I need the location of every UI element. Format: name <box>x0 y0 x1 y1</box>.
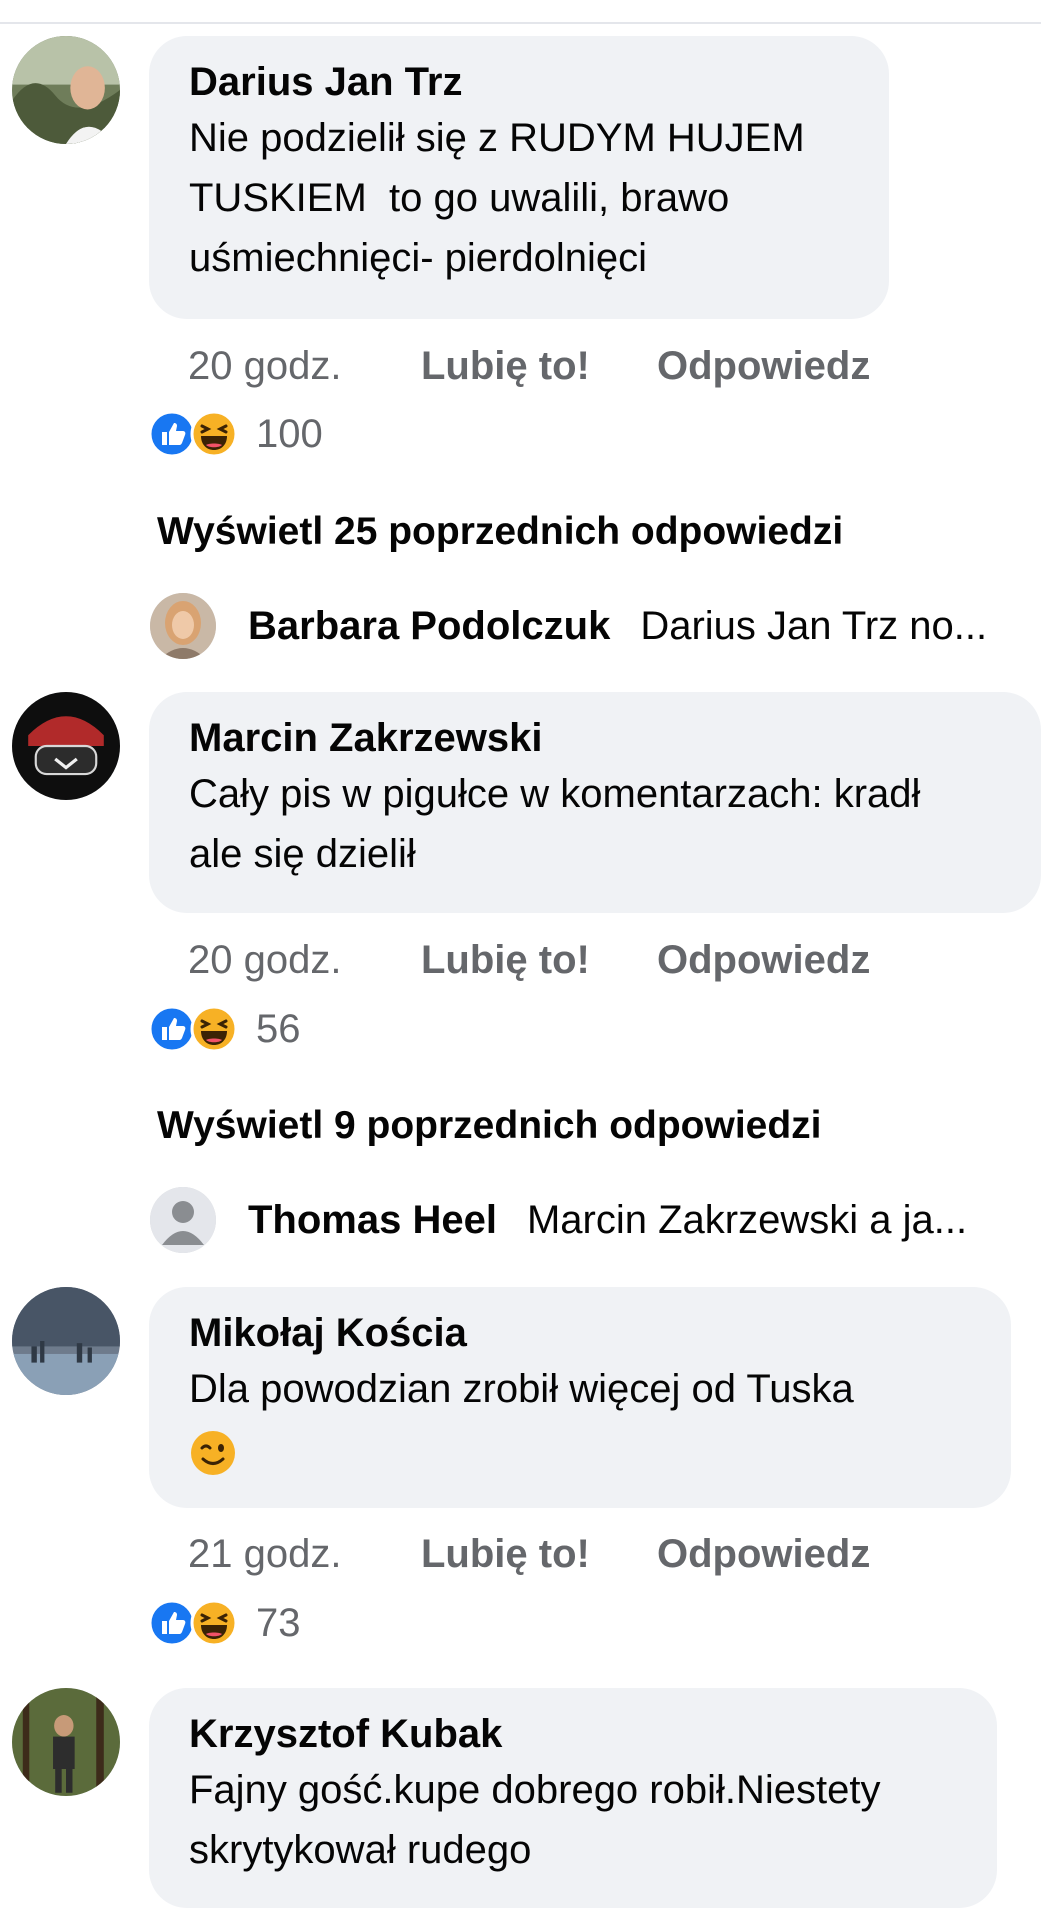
reply-button[interactable]: Odpowiedz <box>657 934 870 986</box>
comment-bubble: Marcin Zakrzewski Cały pis w pigułce w k… <box>149 692 1041 913</box>
reply-author[interactable]: Thomas Heel <box>248 1198 497 1243</box>
reply-preview[interactable]: Thomas Heel Marcin Zakrzewski a ja... <box>150 1185 1041 1255</box>
comment-author[interactable]: Marcin Zakrzewski <box>189 712 1003 764</box>
avatar[interactable] <box>12 36 120 144</box>
like-button[interactable]: Lubię to! <box>421 1528 657 1580</box>
reply-text: Darius Jan Trz no... <box>640 603 988 648</box>
avatar[interactable] <box>12 1287 120 1395</box>
comment-bubble: Krzysztof Kubak Fajny gość.kupe dobrego … <box>149 1688 997 1908</box>
reaction-summary[interactable]: 56 <box>148 1004 301 1054</box>
like-reaction-icon <box>148 1599 196 1647</box>
avatar[interactable] <box>12 1688 120 1796</box>
reaction-summary[interactable]: 73 <box>148 1598 301 1648</box>
like-button[interactable]: Lubię to! <box>421 934 657 986</box>
comment-author[interactable]: Darius Jan Trz <box>189 56 851 108</box>
comment-text: Dla powodzian zrobił więcej od Tuska <box>189 1359 973 1479</box>
reaction-summary[interactable]: 100 <box>148 409 323 459</box>
reply-button[interactable]: Odpowiedz <box>657 1528 870 1580</box>
like-reaction-icon <box>148 1005 196 1053</box>
top-divider <box>0 22 1041 24</box>
comment-time[interactable]: 20 godz. <box>188 340 421 392</box>
view-previous-replies-link[interactable]: Wyświetl 25 poprzednich odpowiedzi <box>157 506 843 558</box>
reply-author[interactable]: Barbara Podolczuk <box>248 604 610 649</box>
comment-text: Nie podzielił się z RUDYM HUJEM TUSKIEM … <box>189 116 805 280</box>
comment-actions: 20 godz. Lubię to! Odpowiedz <box>188 934 870 986</box>
comment-actions: 21 godz. Lubię to! Odpowiedz <box>188 1528 870 1580</box>
reply-text: Marcin Zakrzewski a ja... <box>526 1197 968 1242</box>
view-previous-replies-link[interactable]: Wyświetl 9 poprzednich odpowiedzi <box>157 1100 822 1152</box>
comment-text-content: Dla powodzian zrobił więcej od Tuska <box>189 1367 854 1411</box>
reaction-count: 100 <box>256 411 323 456</box>
comment-actions: 20 godz. Lubię to! Odpowiedz <box>188 340 870 392</box>
like-reaction-icon <box>148 410 196 458</box>
wink-emoji-icon <box>191 1431 235 1476</box>
avatar[interactable] <box>12 692 120 800</box>
reply-preview[interactable]: Barbara Podolczuk Darius Jan Trz no... <box>150 591 1041 661</box>
haha-reaction-icon <box>190 1599 238 1647</box>
default-avatar-icon[interactable] <box>150 1187 216 1253</box>
comment-bubble: Darius Jan Trz Nie podzielił się z RUDYM… <box>149 36 889 319</box>
comment-time[interactable]: 21 godz. <box>188 1528 421 1580</box>
reply-avatar[interactable] <box>150 593 216 659</box>
reply-button[interactable]: Odpowiedz <box>657 340 870 392</box>
reaction-count: 56 <box>256 1006 301 1051</box>
haha-reaction-icon <box>190 410 238 458</box>
comment-text: Fajny gość.kupe dobrego robił.Niestety s… <box>189 1768 881 1872</box>
reaction-count: 73 <box>256 1600 301 1645</box>
like-button[interactable]: Lubię to! <box>421 340 657 392</box>
comment-author[interactable]: Mikołaj Kościa <box>189 1307 973 1359</box>
comment-time[interactable]: 20 godz. <box>188 934 421 986</box>
comment-bubble: Mikołaj Kościa Dla powodzian zrobił więc… <box>149 1287 1011 1508</box>
comment-text: Cały pis w pigułce w komentarzach: kradł… <box>189 772 921 876</box>
haha-reaction-icon <box>190 1005 238 1053</box>
comment-author[interactable]: Krzysztof Kubak <box>189 1708 959 1760</box>
